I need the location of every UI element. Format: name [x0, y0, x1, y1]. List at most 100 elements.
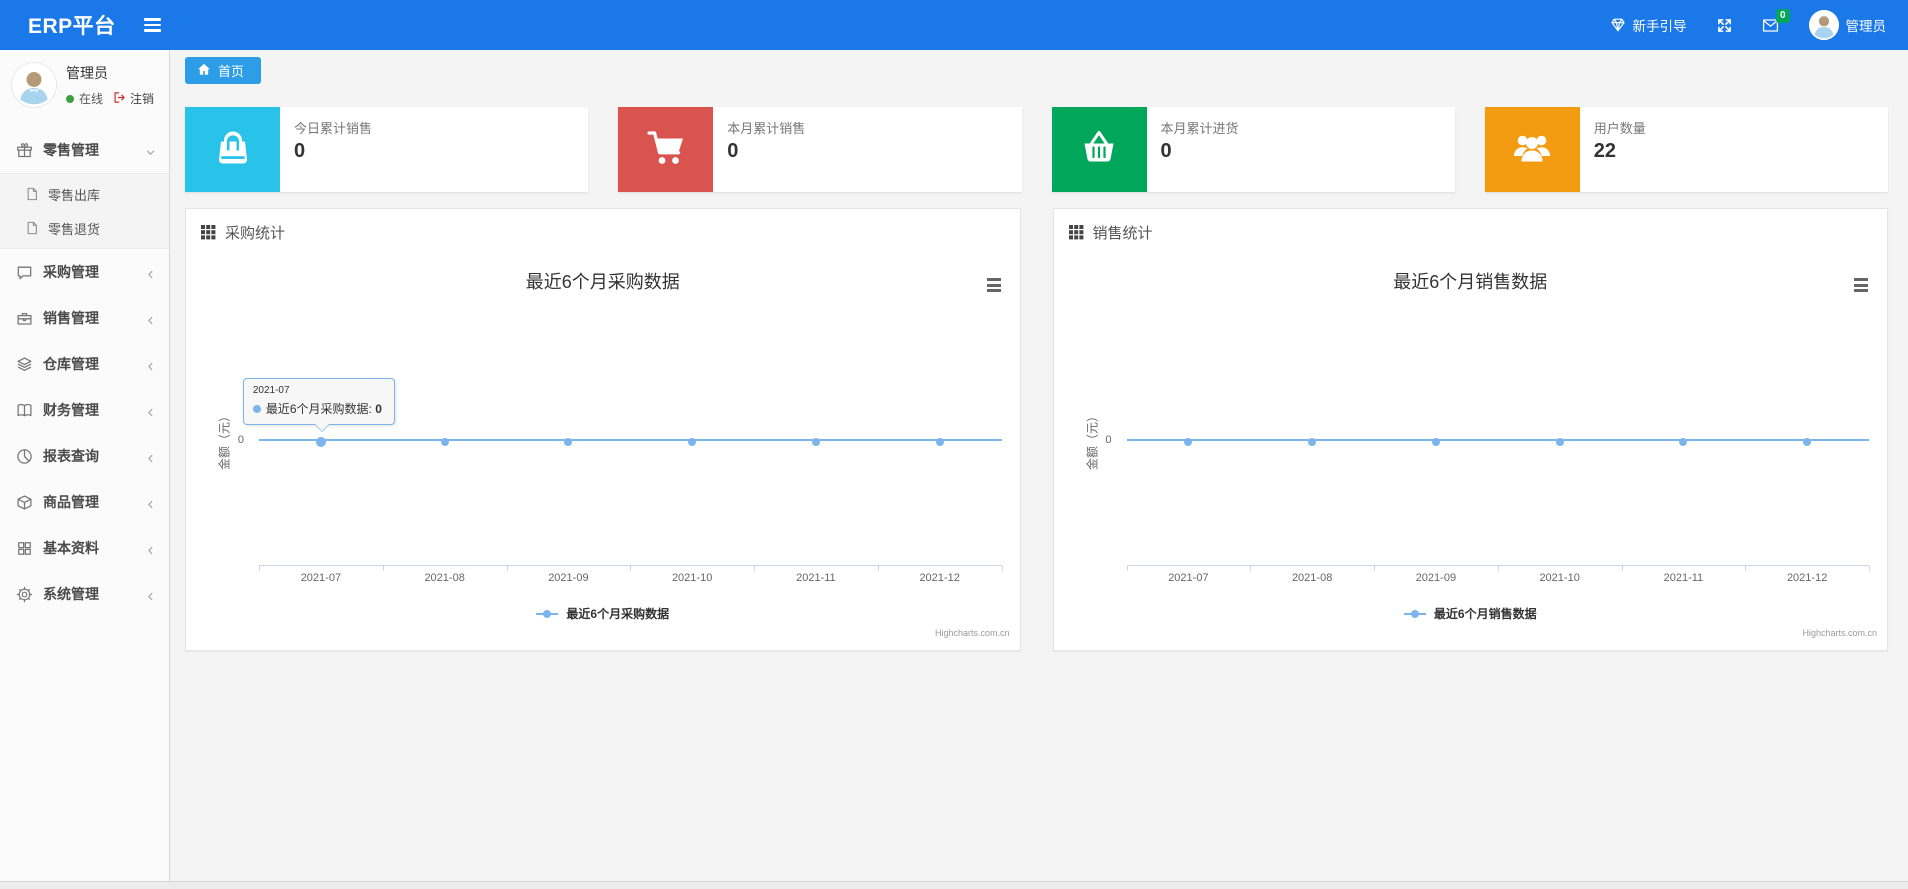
sidebar-item-row-reports[interactable]: 报表查询	[0, 433, 169, 479]
chart-tooltip: 2021-07 最近6个月采购数据: 0	[242, 378, 395, 432]
th-icon	[1068, 224, 1084, 240]
x-axis-label: 2021-07	[300, 572, 342, 584]
breadcrumb-tab-home[interactable]: 首页	[185, 57, 262, 84]
breadcrumb-home-label: 首页	[218, 64, 245, 79]
data-point[interactable]	[1431, 438, 1440, 446]
y-axis-tick-label: 0	[1105, 434, 1112, 446]
top-navbar: ERP平台 新手引导 0 管理员	[0, 0, 1908, 50]
file-icon	[25, 187, 39, 201]
chart-sales-stats: 最近6个月销售数据 金额（元） 0 2021-07 2021-08 2021-09 2021…	[1054, 255, 1888, 650]
data-point[interactable]	[1555, 438, 1564, 446]
guide-link[interactable]: 新手引导	[1610, 15, 1687, 35]
cube-icon	[16, 494, 33, 511]
chevron-left-icon	[145, 589, 156, 600]
data-point[interactable]	[440, 438, 449, 446]
tooltip-series-value: 0	[375, 402, 382, 416]
sidebar-item-finance[interactable]: 财务管理	[0, 387, 169, 433]
panel-title: 采购统计	[225, 224, 286, 242]
data-point[interactable]	[1679, 438, 1688, 446]
data-point[interactable]	[811, 438, 820, 446]
sidebar-user-panel: 管理员 在线 注销	[0, 50, 169, 121]
sidebar-username: 管理员	[66, 65, 108, 81]
sidebar-item-retail-outbound[interactable]: 零售出库	[0, 177, 169, 211]
sidebar-item-row-retail[interactable]: 零售管理	[0, 127, 169, 173]
stat-cards-row: 今日累计销售 0 本月累计销售 0 本月累计进货 0 用户数量 22	[185, 107, 1888, 192]
sidebar-item-row-warehouse[interactable]: 仓库管理	[0, 341, 169, 387]
book-icon	[16, 402, 33, 419]
sidebar-toggle-button[interactable]	[138, 12, 167, 37]
x-axis-label: 2021-09	[1415, 572, 1457, 584]
chart-purchase-stats: 最近6个月采购数据 金额（元） 0 2021-07 2021-08 2021-09 2021…	[186, 255, 1020, 650]
sidebar-item-basic-data[interactable]: 基本资料	[0, 525, 169, 571]
x-axis-tick	[1126, 566, 1128, 571]
sidebar-item-retail[interactable]: 零售管理零售出库零售退货	[0, 127, 169, 249]
chart-menu-button[interactable]	[984, 275, 1004, 295]
legend-item[interactable]: 最近6个月销售数据	[1054, 605, 1888, 622]
series-color-dot	[252, 404, 261, 413]
stat-card-value: 0	[294, 140, 306, 162]
sidebar-item-reports[interactable]: 报表查询	[0, 433, 169, 479]
x-axis-label: 2021-10	[671, 572, 713, 584]
user-menu[interactable]: 管理员	[1808, 10, 1886, 40]
stat-card-body: 用户数量 22	[1580, 107, 1660, 192]
stat-card-body: 今日累计销售 0	[280, 107, 386, 192]
tooltip-series-row: 最近6个月采购数据: 0	[252, 400, 385, 417]
comment-icon	[16, 264, 33, 281]
sidebar-item-row-purchase[interactable]: 采购管理	[0, 249, 169, 295]
legend-item[interactable]: 最近6个月采购数据	[186, 605, 1020, 622]
stat-card-value: 22	[1593, 140, 1616, 162]
sidebar-item-row-sales[interactable]: 销售管理	[0, 295, 169, 341]
legend-marker	[1403, 609, 1426, 618]
x-axis-label: 2021-08	[424, 572, 465, 584]
x-axis-label: 2021-12	[1786, 572, 1828, 584]
sidebar-item-label: 商品管理	[43, 494, 99, 510]
chevron-left-icon	[145, 497, 156, 508]
sidebar-item-row-finance[interactable]: 财务管理	[0, 387, 169, 433]
sidebar-item-sales[interactable]: 销售管理	[0, 295, 169, 341]
sidebar-item-purchase[interactable]: 采购管理	[0, 249, 169, 295]
sidebar-subitem-label: 零售退货	[48, 221, 101, 237]
chevron-down-icon	[145, 145, 156, 156]
chart-title: 最近6个月采购数据	[525, 272, 680, 292]
x-axis-tick	[754, 566, 755, 571]
panel-header-sales-stats: 销售统计	[1054, 209, 1888, 255]
online-status-label: 在线	[79, 92, 104, 106]
x-axis-tick	[1497, 566, 1499, 571]
sidebar-item-system[interactable]: 系统管理	[0, 571, 169, 617]
sidebar-item-row-system[interactable]: 系统管理	[0, 571, 169, 617]
sidebar-item-retail-return[interactable]: 零售退货	[0, 211, 169, 245]
stat-card-icon-block	[1484, 107, 1580, 192]
panel-purchase-stats: 采购统计 最近6个月采购数据 金额（元） 0 2021-07 2021-08 2021-09…	[185, 208, 1021, 651]
avatar	[1808, 10, 1839, 40]
sidebar-item-goods[interactable]: 商品管理	[0, 479, 169, 525]
stat-card-icon-block	[185, 107, 280, 192]
sidebar-item-row-goods[interactable]: 商品管理	[0, 479, 169, 525]
data-point[interactable]	[1308, 438, 1317, 446]
messages-button[interactable]: 0	[1762, 8, 1790, 33]
data-point[interactable]	[1184, 438, 1193, 446]
data-point[interactable]	[315, 437, 326, 447]
stat-card-month-purchase: 本月累计进货 0	[1051, 107, 1455, 192]
stat-card-label: 本月累计销售	[727, 121, 806, 136]
sidebar-item-row-basic-data[interactable]: 基本资料	[0, 525, 169, 571]
panel-title: 销售统计	[1092, 224, 1153, 242]
chevron-left-icon	[145, 359, 156, 370]
data-point[interactable]	[1803, 438, 1812, 446]
chart-menu-button[interactable]	[1851, 275, 1871, 295]
fullscreen-button[interactable]	[1717, 18, 1732, 33]
x-axis-labels: 2021-07 2021-08 2021-09 2021-10 2021-11 2021-…	[1127, 572, 1870, 584]
sidebar-item-label: 系统管理	[43, 586, 99, 602]
data-point[interactable]	[935, 438, 944, 446]
logout-link[interactable]: 注销	[113, 90, 154, 107]
chart-credits-link[interactable]: Highcharts.com.cn	[935, 628, 1010, 638]
x-axis-labels: 2021-07 2021-08 2021-09 2021-10 2021-11 2021-…	[259, 572, 1002, 584]
chevron-left-icon	[145, 313, 156, 324]
data-point[interactable]	[688, 438, 697, 446]
sidebar-item-warehouse[interactable]: 仓库管理	[0, 341, 169, 387]
sidebar-item-label: 基本资料	[43, 540, 99, 556]
chart-panels-row: 采购统计 最近6个月采购数据 金额（元） 0 2021-07 2021-08 2021-09…	[185, 208, 1888, 651]
stat-card-value: 0	[727, 140, 739, 162]
x-axis-label: 2021-10	[1539, 572, 1580, 584]
data-point[interactable]	[564, 438, 573, 446]
chart-credits-link[interactable]: Highcharts.com.cn	[1802, 628, 1877, 638]
